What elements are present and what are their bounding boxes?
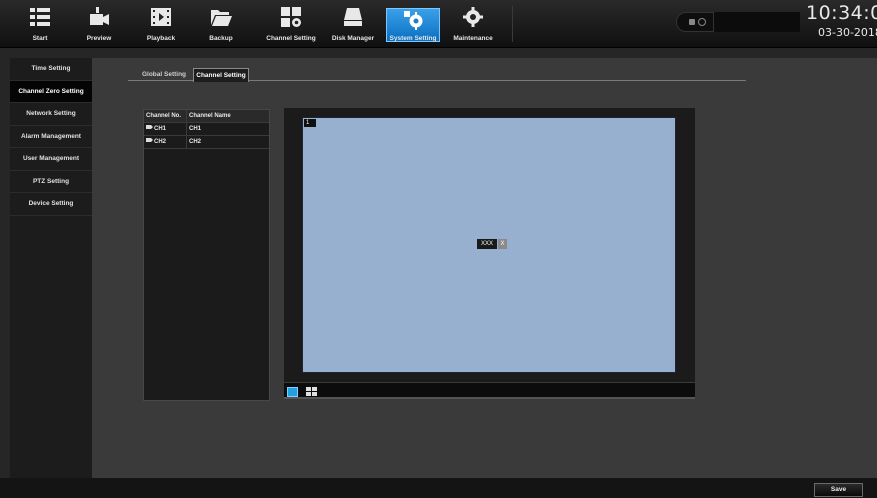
sidebar-item-time-setting[interactable]: Time Setting xyxy=(10,58,92,81)
window-number: 1 xyxy=(304,119,316,127)
nav-disk-manager[interactable]: Disk Manager xyxy=(324,0,382,48)
nav-disk-manager-label: Disk Manager xyxy=(331,35,375,42)
nav-system-setting-label: System Setting xyxy=(389,35,437,42)
header-channel-name: Channel Name xyxy=(189,113,231,119)
quad-cell xyxy=(306,392,311,396)
record-status-icon xyxy=(689,19,695,25)
single-layout-button[interactable] xyxy=(287,387,298,397)
osd-label[interactable]: XXX X xyxy=(477,239,508,249)
nav-backup-label: Backup xyxy=(209,35,233,42)
table-row[interactable]: CH2 CH2 xyxy=(144,136,269,149)
channel-gear-icon xyxy=(281,7,301,27)
nav-preview-label: Preview xyxy=(86,35,112,42)
main-content: Global Setting Channel Setting Channel N… xyxy=(92,58,877,478)
tab-channel-setting[interactable]: Channel Setting xyxy=(193,68,249,82)
save-button[interactable]: Save xyxy=(814,483,863,497)
channel-no-cell: CH2 xyxy=(146,136,166,148)
top-navigation-bar: Start Preview Playback Backup Channel Se… xyxy=(0,0,877,48)
column-divider xyxy=(186,136,187,149)
sidebar-item-user-management[interactable]: User Management xyxy=(10,148,92,171)
channel-name: CH1 xyxy=(189,126,202,132)
nav-separator xyxy=(512,6,513,42)
tab-global-setting[interactable]: Global Setting xyxy=(140,68,188,84)
clock-time: 10:34:09 xyxy=(806,2,877,24)
nav-preview[interactable]: Preview xyxy=(70,0,128,48)
menu-grid-icon xyxy=(30,8,50,26)
settings-sidebar: Time Setting Channel Zero Setting Networ… xyxy=(10,58,92,478)
film-icon xyxy=(151,8,171,26)
status-indicator xyxy=(676,12,714,32)
nav-system-setting[interactable]: System Setting xyxy=(384,0,442,48)
sidebar-item-ptz-setting[interactable]: PTZ Setting xyxy=(10,171,92,193)
nav-start-label: Start xyxy=(32,35,48,42)
nav-backup[interactable]: Backup xyxy=(192,0,250,48)
sidebar-item-alarm-management[interactable]: Alarm Management xyxy=(10,126,92,148)
column-divider xyxy=(186,123,187,136)
column-divider xyxy=(186,110,187,123)
sidebar-item-device-setting[interactable]: Device Setting xyxy=(10,193,92,216)
channel-no-cell: CH1 xyxy=(146,123,166,135)
sidebar-item-channel-zero-setting[interactable]: Channel Zero Setting xyxy=(10,80,92,103)
nav-maintenance[interactable]: Maintenance xyxy=(444,0,502,48)
channel-name: CH2 xyxy=(189,139,202,145)
camera-icon xyxy=(146,138,153,143)
nav-channel-setting-label: Channel Setting xyxy=(266,35,316,42)
channel-list-header: Channel No. Channel Name xyxy=(144,110,269,123)
bottom-bar xyxy=(0,478,877,498)
camera-icon xyxy=(90,7,109,25)
gear-icon xyxy=(463,7,483,27)
channel-no: CH2 xyxy=(154,139,167,145)
channel-no: CH1 xyxy=(154,126,167,132)
disk-icon xyxy=(344,8,362,26)
quad-cell xyxy=(306,387,311,391)
network-status-icon xyxy=(698,18,706,26)
quad-layout-button[interactable] xyxy=(306,387,317,397)
quad-cell xyxy=(312,387,317,391)
header-channel-no: Channel No. xyxy=(146,113,182,119)
nav-start[interactable]: Start xyxy=(11,0,69,48)
sidebar-item-network-setting[interactable]: Network Setting xyxy=(10,103,92,126)
nav-channel-setting[interactable]: Channel Setting xyxy=(262,0,320,48)
folder-icon xyxy=(211,10,232,26)
nav-maintenance-label: Maintenance xyxy=(453,35,493,42)
channel-list: Channel No. Channel Name CH1 CH1 CH2 CH2 xyxy=(143,109,270,401)
osd-close-button[interactable]: X xyxy=(498,239,508,249)
status-panel xyxy=(714,12,800,32)
quad-cell xyxy=(312,392,317,396)
osd-text[interactable]: XXX xyxy=(477,239,498,249)
system-gear-icon xyxy=(404,11,423,30)
clock-date: 03-30-2018 xyxy=(818,26,877,39)
preview-window[interactable]: 1 XXX X xyxy=(302,117,676,373)
table-row[interactable]: CH1 CH1 xyxy=(144,123,269,136)
nav-playback[interactable]: Playback xyxy=(132,0,190,48)
nav-playback-label: Playback xyxy=(146,35,176,42)
camera-icon xyxy=(146,125,153,130)
layout-toolbar xyxy=(284,383,695,399)
